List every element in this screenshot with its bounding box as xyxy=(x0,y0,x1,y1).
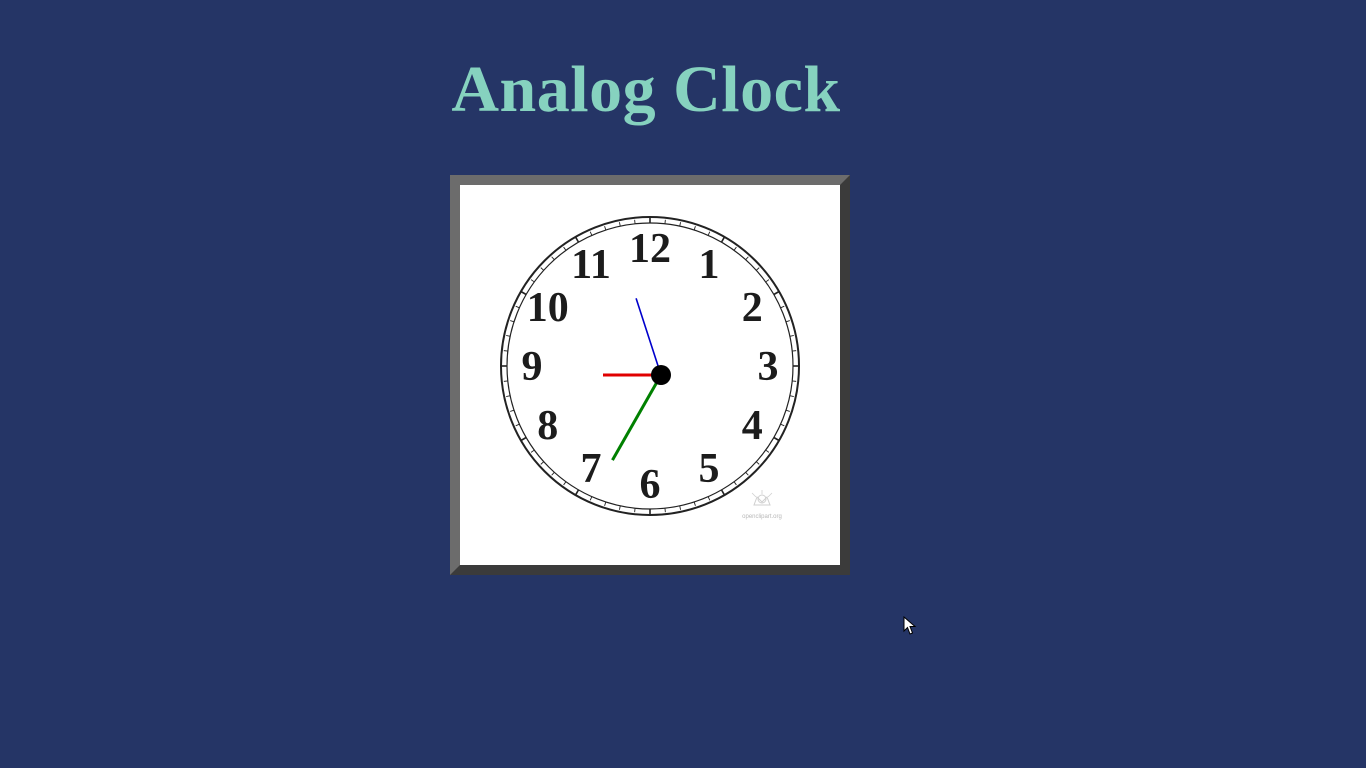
numeral-11: 11 xyxy=(571,242,611,288)
watermark-text: openclipart.org xyxy=(742,514,782,520)
numeral-6: 6 xyxy=(640,462,661,508)
numeral-5: 5 xyxy=(699,446,720,492)
page-title: Analog Clock xyxy=(451,53,841,126)
watermark-logo: openclipart.org xyxy=(742,490,782,520)
numeral-2: 2 xyxy=(742,285,763,331)
mouse-cursor-icon xyxy=(903,616,917,635)
clock-frame: 12 1 2 3 4 5 6 7 8 9 10 11 openclipart.org xyxy=(450,175,850,575)
numeral-10: 10 xyxy=(527,285,569,331)
center-hub xyxy=(651,365,671,385)
numeral-7: 7 xyxy=(581,446,602,492)
watermark-icon xyxy=(751,490,773,506)
numeral-8: 8 xyxy=(537,403,558,449)
dial: 12 12 3 45678 9 1011 xyxy=(500,216,800,516)
clock-face: 12 12 3 45678 9 1011 openclipart.org xyxy=(500,216,800,520)
numeral-12: 12 xyxy=(629,226,671,272)
numeral-4: 4 xyxy=(742,403,763,449)
numeral-3: 3 xyxy=(758,344,779,390)
numeral-1: 1 xyxy=(699,242,720,288)
numeral-9: 9 xyxy=(522,344,543,390)
page: Analog Clock 12 1 2 3 4 5 6 7 8 9 10 11 openclipart… xyxy=(0,0,1366,768)
